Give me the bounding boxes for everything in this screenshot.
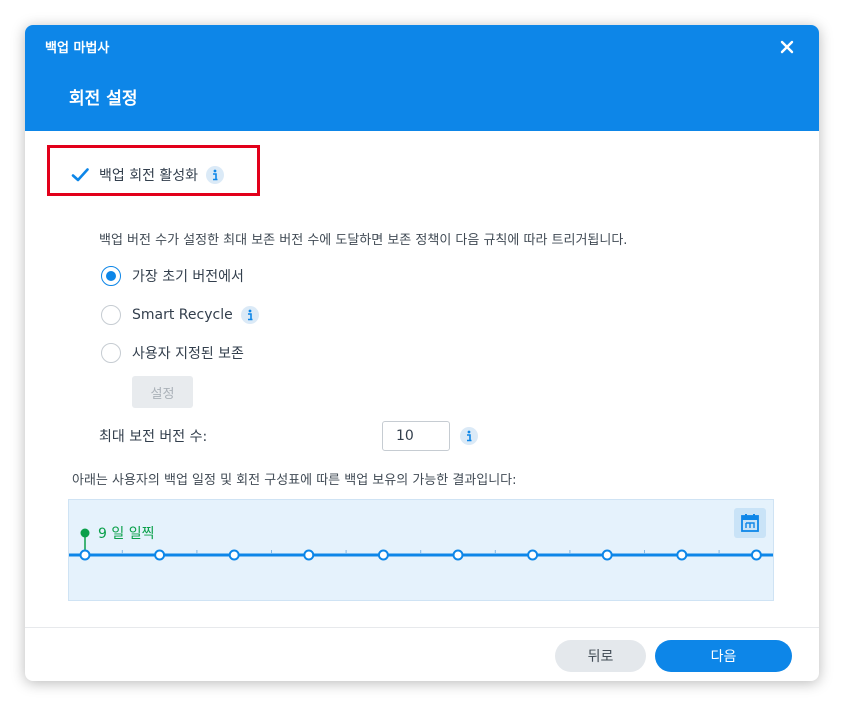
dialog-footer: 뒤로 다음 (25, 627, 819, 681)
window-title: 백업 마법사 (45, 41, 110, 56)
result-description: 아래는 사용자의 백업 일정 및 회전 구성표에 따른 백업 보유의 가능한 결… (72, 473, 517, 488)
timeline-version-node (527, 549, 539, 561)
dialog-content: 백업 회전 활성화 백업 버전 수가 설정한 최대 보존 버전 수에 도달하면 … (25, 131, 819, 627)
enable-rotation-row: 백업 회전 활성화 (69, 164, 225, 186)
enable-rotation-checkbox[interactable] (69, 164, 91, 186)
radio-label-custom: 사용자 지정된 보존 (132, 346, 244, 362)
rotation-description: 백업 버전 수가 설정한 최대 보존 버전 수에 도달하면 보존 정책이 다음 … (99, 233, 628, 248)
timeline-version-node (750, 549, 762, 561)
retention-timeline: 9 일 일찍 (68, 499, 774, 601)
option-earliest-version[interactable]: 가장 초기 버전에서 (101, 265, 244, 287)
close-icon (780, 40, 794, 54)
radio-smart-recycle[interactable] (101, 305, 121, 325)
timeline-version-node (79, 549, 91, 561)
timeline-version-node (228, 549, 240, 561)
info-icon[interactable] (460, 427, 478, 445)
option-custom-retention[interactable]: 사용자 지정된 보존 (101, 342, 244, 364)
close-button[interactable] (773, 33, 801, 61)
timeline-version-node (377, 549, 389, 561)
info-icon[interactable] (206, 166, 225, 184)
back-button[interactable]: 뒤로 (555, 640, 646, 672)
next-button[interactable]: 다음 (655, 640, 792, 672)
option-smart-recycle[interactable]: Smart Recycle (101, 304, 259, 326)
enable-rotation-label: 백업 회전 활성화 (99, 168, 199, 184)
max-versions-label: 최대 보전 버전 수: (99, 429, 208, 445)
timeline-version-node (601, 549, 613, 561)
timeline-version-node (303, 549, 315, 561)
radio-label-smart-recycle: Smart Recycle (132, 307, 233, 323)
timeline-version-node (676, 549, 688, 561)
settings-button[interactable]: 설정 (132, 376, 193, 408)
checkmark-icon (71, 168, 89, 182)
step-title: 회전 설정 (69, 89, 138, 109)
timeline-version-node (154, 549, 166, 561)
info-icon[interactable] (240, 306, 259, 324)
backup-wizard-dialog: 백업 마법사 회전 설정 백업 회전 활성화 백업 버전 수가 설정한 최대 보… (25, 25, 819, 681)
radio-earliest-version[interactable] (101, 266, 121, 286)
radio-custom-retention[interactable] (101, 343, 121, 363)
dialog-header: 백업 마법사 회전 설정 (25, 25, 819, 131)
max-versions-input[interactable]: 10 (382, 421, 450, 451)
timeline-version-node (452, 549, 464, 561)
timeline-start-marker (80, 528, 90, 538)
radio-label-earliest: 가장 초기 버전에서 (132, 269, 244, 285)
timeline-axis (69, 528, 773, 561)
